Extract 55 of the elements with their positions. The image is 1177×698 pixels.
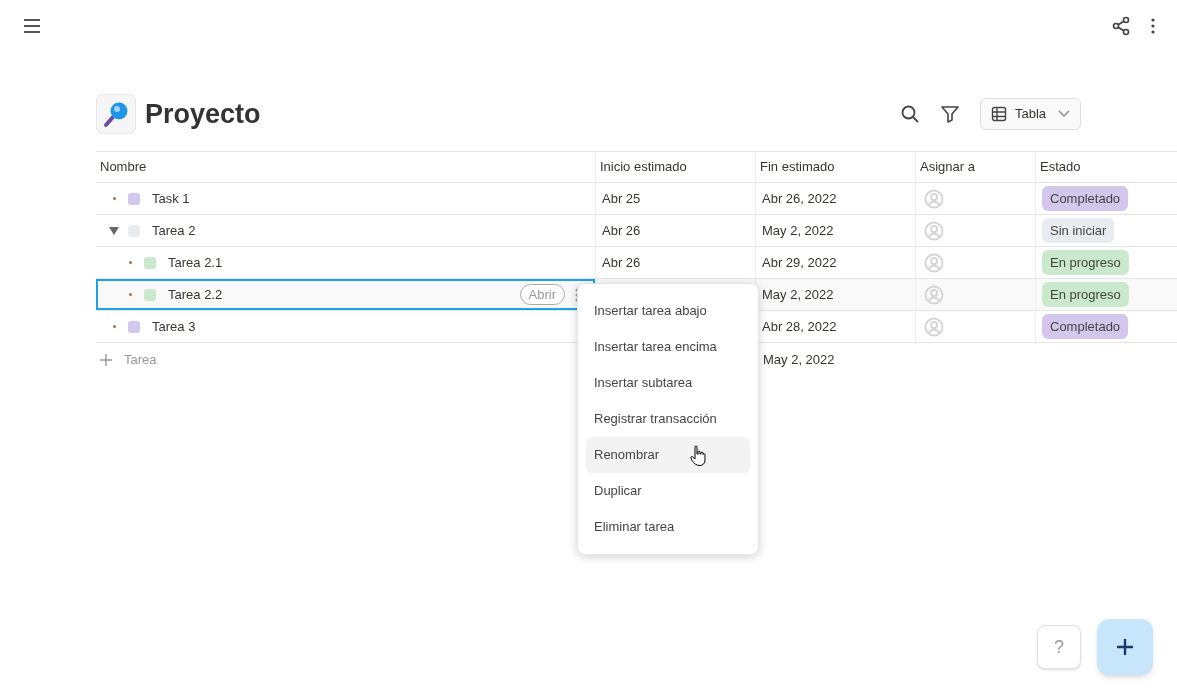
avatar-icon[interactable] bbox=[924, 188, 944, 209]
plus-icon[interactable] bbox=[100, 354, 112, 366]
task-name[interactable]: Task 1 bbox=[152, 188, 190, 209]
column-header[interactable]: Inicio estimado bbox=[600, 157, 687, 177]
start-date: Abr 26 bbox=[602, 253, 641, 272]
bullet-icon bbox=[112, 325, 116, 328]
start-date: Abr 26 bbox=[602, 221, 641, 240]
avatar-icon[interactable] bbox=[924, 316, 944, 337]
column-header[interactable]: Asignar a bbox=[920, 157, 975, 177]
menu-item[interactable]: Renombrar bbox=[586, 437, 750, 473]
table-icon bbox=[990, 106, 1007, 122]
avatar-icon[interactable] bbox=[924, 284, 944, 305]
end-date: May 2, 2022 bbox=[762, 221, 834, 240]
end-date: May 2, 2022 bbox=[762, 285, 834, 304]
plus-icon bbox=[1115, 637, 1135, 657]
status-badge[interactable]: Sin iniciar bbox=[1042, 217, 1115, 244]
menu-icon[interactable] bbox=[22, 18, 42, 34]
start-date: Abr 25 bbox=[602, 189, 641, 208]
add-button[interactable] bbox=[1097, 619, 1153, 675]
search-icon[interactable] bbox=[899, 104, 920, 124]
magnifier-icon bbox=[96, 94, 136, 134]
end-date: Abr 26, 2022 bbox=[762, 189, 837, 208]
task-name[interactable]: Tarea 2.2 bbox=[168, 284, 223, 305]
task-name[interactable]: Tarea 3 bbox=[152, 316, 196, 337]
menu-item[interactable]: Insertar tarea abajo bbox=[586, 293, 750, 329]
expanded-arrow-icon[interactable] bbox=[108, 225, 120, 236]
end-date: May 2, 2022 bbox=[763, 351, 835, 370]
end-date: Abr 29, 2022 bbox=[762, 253, 837, 272]
task-name[interactable]: Tarea 2.1 bbox=[168, 252, 223, 273]
hand-cursor-icon bbox=[690, 445, 706, 467]
menu-item[interactable]: Registrar transacción bbox=[586, 401, 750, 437]
avatar-icon[interactable] bbox=[924, 220, 944, 241]
menu-item[interactable]: Insertar tarea encima bbox=[586, 329, 750, 365]
status-badge[interactable]: Completado bbox=[1042, 313, 1129, 340]
view-dropdown[interactable]: Tabla bbox=[979, 98, 1081, 130]
column-header[interactable]: Estado bbox=[1040, 157, 1081, 177]
column-header[interactable]: Nombre bbox=[100, 157, 147, 177]
status-badge[interactable]: Completado bbox=[1042, 185, 1129, 212]
task-name[interactable]: Tarea 2 bbox=[152, 220, 196, 241]
page-title: Proyecto bbox=[145, 97, 261, 131]
menu-item[interactable]: Insertar subtarea bbox=[586, 365, 750, 401]
status-badge[interactable]: En progreso bbox=[1042, 249, 1129, 276]
bullet-icon bbox=[112, 197, 116, 200]
chevron-down-icon bbox=[1058, 110, 1070, 118]
menu-item[interactable]: Eliminar tarea bbox=[586, 509, 750, 545]
avatar-icon[interactable] bbox=[924, 252, 944, 273]
bullet-icon bbox=[128, 261, 132, 264]
bullet-icon bbox=[128, 293, 132, 296]
status-badge[interactable]: En progreso bbox=[1042, 281, 1129, 308]
end-date: Abr 28, 2022 bbox=[762, 317, 837, 336]
column-header[interactable]: Fin estimado bbox=[760, 157, 835, 177]
menu-item[interactable]: Duplicar bbox=[586, 473, 750, 509]
share-icon[interactable] bbox=[1111, 16, 1131, 36]
filter-icon[interactable] bbox=[939, 104, 960, 124]
more-icon[interactable] bbox=[1151, 17, 1155, 35]
